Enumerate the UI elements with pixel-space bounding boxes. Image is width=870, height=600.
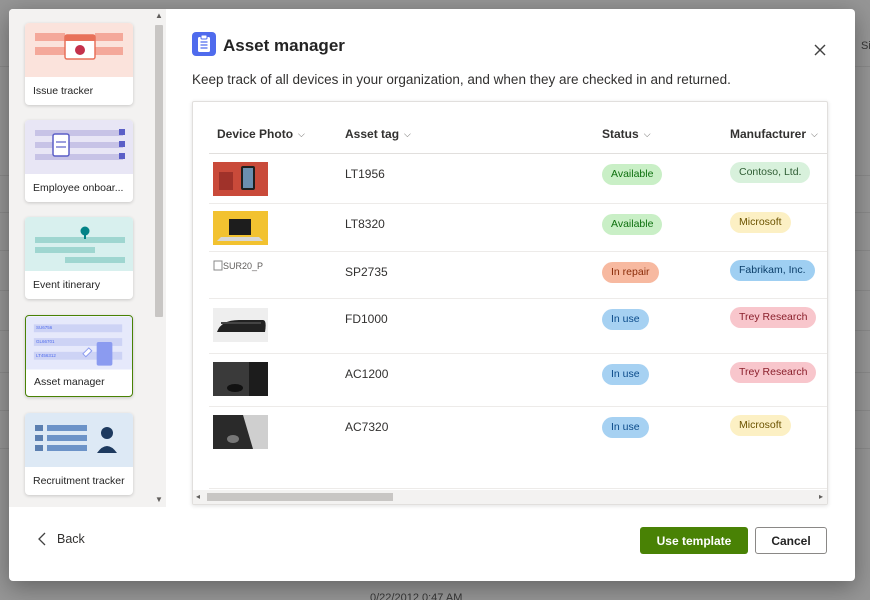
column-header-status[interactable]: Status ⌵ <box>602 127 651 141</box>
device-photo <box>213 362 268 396</box>
template-card-issue-tracker[interactable]: Issue tracker <box>25 23 133 105</box>
device-photo-broken: SUR20_P <box>213 260 268 294</box>
template-card-label: Issue tracker <box>33 85 94 97</box>
template-card-label: Event itinerary <box>33 279 101 291</box>
template-description: Keep track of all devices in your organi… <box>192 72 731 87</box>
close-icon[interactable] <box>809 39 831 61</box>
status-badge: In use <box>602 309 649 330</box>
asset-thumb-tag: GL66701 <box>36 339 55 344</box>
clipboard-icon <box>192 32 216 56</box>
template-preview-table: Device Photo ⌵ Asset tag ⌵ Status ⌵ Manufac… <box>192 101 828 505</box>
status-badge: Available <box>602 164 663 185</box>
device-photo <box>213 211 268 245</box>
asset-thumb-tag: SU6756 <box>36 325 53 330</box>
chevron-down-icon: ⌵ <box>643 129 651 139</box>
column-header-device-photo[interactable]: Device Photo ⌵ <box>217 127 305 141</box>
scroll-down-icon[interactable]: ▼ <box>155 495 163 504</box>
asset-tag-cell: LT8320 <box>345 217 385 231</box>
template-list[interactable]: Issue tracker Employee onboar... Event i… <box>9 9 166 507</box>
use-template-button[interactable]: Use template <box>640 527 748 554</box>
chevron-down-icon: ⌵ <box>298 129 305 139</box>
employee-onboarding-thumbnail <box>25 120 133 174</box>
chevron-down-icon: ⌵ <box>404 129 411 139</box>
table-horizontal-scrollbar[interactable]: ◂ ▸ <box>193 490 827 504</box>
manufacturer-badge: Microsoft <box>730 212 791 233</box>
template-dialog: Issue tracker Employee onboar... Event i… <box>9 9 855 581</box>
asset-tag-cell: AC1200 <box>345 367 389 381</box>
template-card-label: Asset manager <box>34 376 105 388</box>
manufacturer-badge: Trey Research <box>730 307 817 328</box>
template-list-scrollbar[interactable]: ▲ ▼ <box>153 9 165 507</box>
template-card-label: Employee onboar... <box>33 182 124 194</box>
status-badge: In use <box>602 417 649 438</box>
status-badge: In repair <box>602 262 659 283</box>
scrollbar-thumb[interactable] <box>155 25 163 317</box>
back-label: Back <box>57 532 85 546</box>
recruitment-tracker-thumbnail <box>25 413 133 467</box>
issue-tracker-thumbnail <box>25 23 133 77</box>
back-button[interactable]: Back <box>37 532 85 546</box>
manufacturer-badge: Contoso, Ltd. <box>730 162 811 183</box>
scroll-left-icon[interactable]: ◂ <box>196 492 200 501</box>
scroll-right-icon[interactable]: ▸ <box>819 492 823 501</box>
event-itinerary-thumbnail <box>25 217 133 271</box>
template-card-recruitment-tracker[interactable]: Recruitment tracker <box>25 413 133 495</box>
template-card-event-itinerary[interactable]: Event itinerary <box>25 217 133 299</box>
column-header-asset-tag[interactable]: Asset tag ⌵ <box>345 127 411 141</box>
template-card-asset-manager[interactable]: SU6756 GL66701 LT456312 Asset manager <box>25 315 133 397</box>
cancel-button[interactable]: Cancel <box>755 527 827 554</box>
template-card-employee-onboarding[interactable]: Employee onboar... <box>25 120 133 202</box>
manufacturer-badge: Microsoft <box>730 415 791 436</box>
asset-tag-cell: AC7320 <box>345 420 389 434</box>
device-photo <box>213 308 268 342</box>
status-badge: Available <box>602 214 663 235</box>
asset-tag-cell: SP2735 <box>345 265 388 279</box>
device-photo <box>213 415 268 449</box>
dialog-title: Asset manager <box>223 36 345 55</box>
scrollbar-thumb[interactable] <box>207 493 393 501</box>
asset-tag-cell: LT1956 <box>345 167 385 181</box>
manufacturer-badge: Fabrikam, Inc. <box>730 260 815 281</box>
manufacturer-badge: Trey Research <box>730 362 817 383</box>
chevron-down-icon: ⌵ <box>811 129 818 139</box>
scroll-up-icon[interactable]: ▲ <box>155 11 163 20</box>
header-divider <box>209 153 827 154</box>
column-header-manufacturer[interactable]: Manufacturer ⌵ <box>730 127 818 141</box>
template-card-label: Recruitment tracker <box>33 475 125 487</box>
chevron-left-icon <box>38 532 46 546</box>
device-photo <box>213 162 268 196</box>
asset-thumb-tag: LT456312 <box>36 353 56 358</box>
status-badge: In use <box>602 364 649 385</box>
asset-tag-cell: FD1000 <box>345 312 388 326</box>
